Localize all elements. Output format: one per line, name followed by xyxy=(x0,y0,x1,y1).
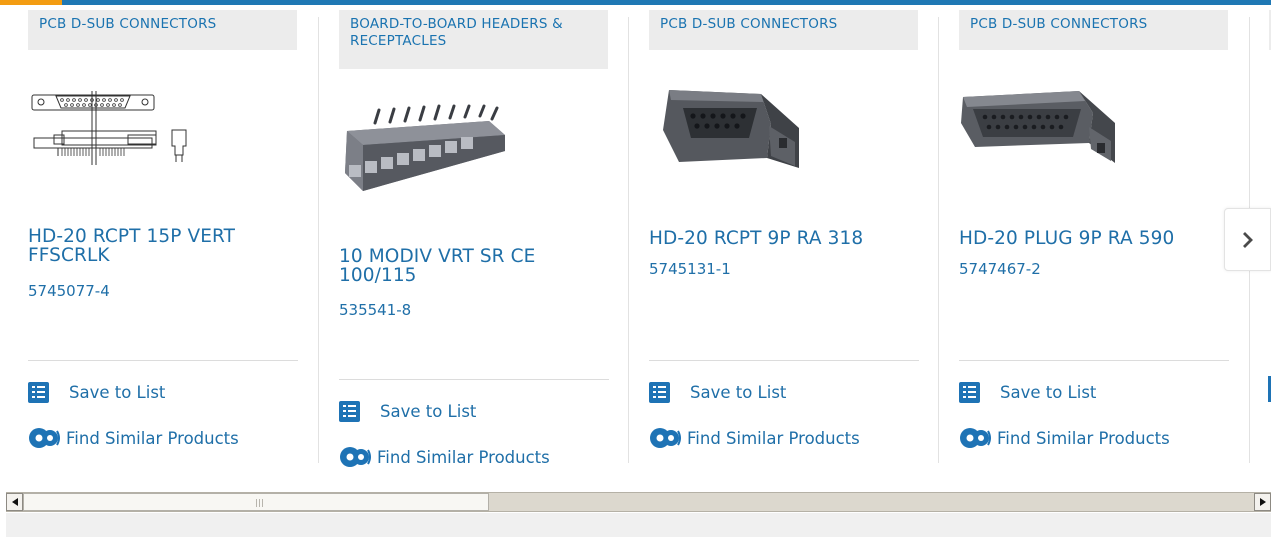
product-carousel: PCB D-SUB CONNECTORS HD-20 RCPT 15P VERT… xyxy=(0,5,1271,485)
part-number[interactable]: 5745131-1 xyxy=(649,260,731,278)
scroll-thumb[interactable] xyxy=(23,493,489,511)
arrow-left-icon xyxy=(11,498,18,506)
product-card: BOARD-TO-BOARD HEADERS & RECEPTACLES 10 … xyxy=(339,5,614,485)
card-divider xyxy=(318,17,319,463)
save-to-list-button[interactable]: Save to List xyxy=(339,401,476,422)
chevron-right-icon xyxy=(1242,231,1253,248)
product-title[interactable]: HD-20 RCPT 15P VERT FFSCRLK xyxy=(28,227,298,265)
similar-label: Find Similar Products xyxy=(66,428,239,448)
product-card: PCB D-SUB CONNECTORS HD-20 PLUG 9P RA 59… xyxy=(959,5,1234,485)
gears-icon xyxy=(960,428,991,448)
save-to-list-button[interactable]: Save to List xyxy=(28,382,165,403)
find-similar-button[interactable]: Find Similar Products xyxy=(339,445,550,469)
gears-icon xyxy=(650,428,681,448)
part-number[interactable]: 5745077-4 xyxy=(28,282,110,300)
checklist-icon xyxy=(339,401,360,422)
product-title[interactable]: 10 MODIV VRT SR CE 100/115 xyxy=(339,247,609,285)
save-to-list-button[interactable]: Save to List xyxy=(959,382,1096,403)
carousel-next-button[interactable] xyxy=(1224,208,1271,271)
divider xyxy=(649,360,919,361)
product-image[interactable] xyxy=(339,103,609,193)
save-label: Save to List xyxy=(380,402,477,421)
similar-label: Find Similar Products xyxy=(687,428,860,448)
save-label: Save to List xyxy=(690,383,787,402)
category-tag[interactable]: PCB D-SUB CONNECTORS xyxy=(649,10,918,50)
save-label: Save to List xyxy=(1000,383,1097,402)
scroll-left-button[interactable] xyxy=(6,493,23,511)
checklist-icon xyxy=(959,382,980,403)
scroll-right-button[interactable] xyxy=(1254,493,1271,511)
save-to-list-button[interactable]: Save to List xyxy=(649,382,786,403)
product-image[interactable] xyxy=(28,90,298,170)
product-title[interactable]: HD-20 PLUG 9P RA 590 xyxy=(959,229,1229,248)
product-image[interactable] xyxy=(959,83,1229,175)
footer-area xyxy=(6,513,1271,537)
part-number[interactable]: 535541-8 xyxy=(339,301,411,319)
checklist-icon xyxy=(28,382,49,403)
category-tag[interactable]: BOARD-TO-BOARD HEADERS & RECEPTACLES xyxy=(339,10,608,69)
product-card: PCB D-SUB CONNECTORS HD-20 RCPT 9P RA 31… xyxy=(649,5,924,485)
find-similar-button[interactable]: Find Similar Products xyxy=(649,426,860,450)
similar-label: Find Similar Products xyxy=(997,428,1170,448)
gears-icon xyxy=(340,447,371,467)
product-image[interactable] xyxy=(649,80,919,175)
part-number[interactable]: 5747467-2 xyxy=(959,260,1041,278)
product-title[interactable]: HD-20 RCPT 9P RA 318 xyxy=(649,229,919,248)
product-card: PCB D-SUB CONNECTORS HD-20 RCPT 15P VERT… xyxy=(28,5,303,485)
find-similar-button[interactable]: Find Similar Products xyxy=(28,426,239,450)
divider xyxy=(28,360,298,361)
horizontal-scrollbar[interactable] xyxy=(6,492,1271,512)
save-label: Save to List xyxy=(69,383,166,402)
divider xyxy=(339,379,609,380)
card-divider xyxy=(628,17,629,463)
find-similar-button[interactable]: Find Similar Products xyxy=(959,426,1170,450)
similar-label: Find Similar Products xyxy=(377,447,550,467)
scroll-grip xyxy=(256,499,263,507)
gears-icon xyxy=(29,428,60,448)
arrow-right-icon xyxy=(1259,498,1266,506)
checklist-icon xyxy=(649,382,670,403)
card-divider xyxy=(938,17,939,463)
category-tag[interactable]: PCB D-SUB CONNECTORS xyxy=(28,10,297,50)
divider xyxy=(959,360,1229,361)
category-tag[interactable]: PCB D-SUB CONNECTORS xyxy=(959,10,1228,50)
